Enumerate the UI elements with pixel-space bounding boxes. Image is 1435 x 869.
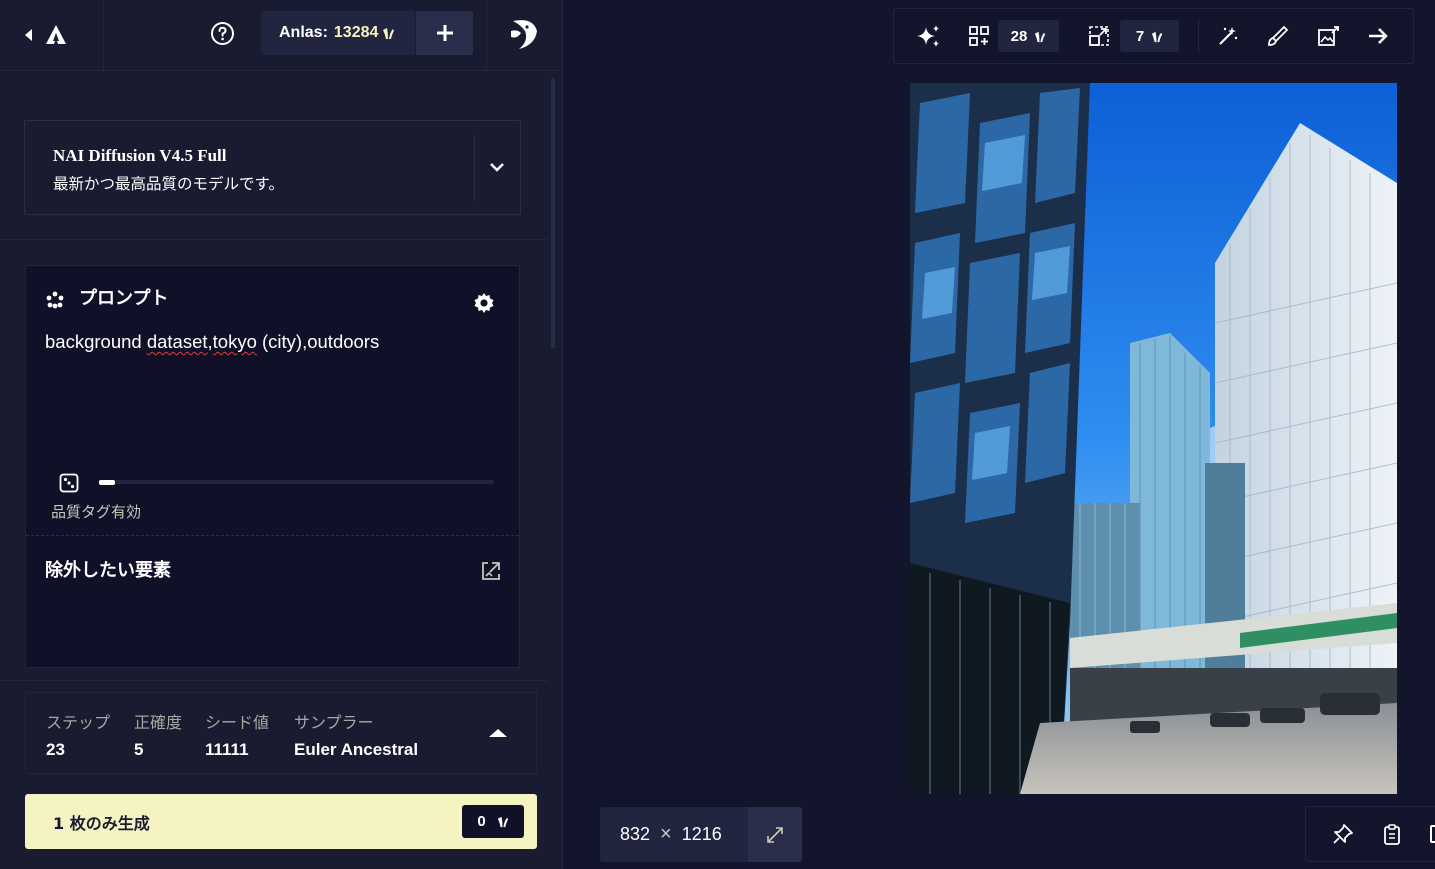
prompt-text-misspelled: dataset: [146, 331, 208, 352]
user-avatar-icon[interactable]: [505, 17, 541, 51]
guidance-label: 正確度: [134, 713, 183, 732]
image-height: 1216: [681, 824, 722, 844]
prompt-panel: プロンプト background dataset,tokyo (city),ou…: [25, 265, 520, 668]
plus-icon: [436, 25, 453, 41]
generate-cost-badge: 0: [462, 805, 524, 838]
generate-button[interactable]: 1 枚のみ生成 0: [25, 794, 537, 849]
sampler-setting: サンプラー Euler Ancestral: [294, 709, 418, 760]
dimension-separator: ×: [660, 823, 672, 845]
chevron-down-icon[interactable]: [489, 161, 505, 173]
upscale-icon[interactable]: [1086, 23, 1112, 49]
magic-wand-icon[interactable]: [1215, 23, 1241, 49]
guidance-value: 5: [134, 740, 144, 759]
anlas-value: 13284: [333, 24, 379, 41]
gear-icon[interactable]: [473, 292, 495, 314]
sparkle-icon: [45, 290, 65, 310]
guidance-setting: 正確度 5: [134, 709, 182, 760]
generate-label: 1 枚のみ生成: [53, 814, 150, 833]
edit-image-icon[interactable]: [1315, 23, 1341, 49]
prompt-text-misspelled: tokyo: [212, 331, 257, 352]
model-selector[interactable]: NAI Diffusion V4.5 Full 最新かつ最高品質のモデルです。: [24, 120, 521, 215]
seed-label: シード値: [205, 713, 270, 732]
model-description: 最新かつ最高品質のモデルです。: [53, 175, 284, 193]
anlas-balance: Anlas: 13284: [261, 11, 415, 55]
image-toolbar: 28 7: [893, 8, 1414, 64]
anlas-icon: [381, 26, 395, 40]
anlas-label: Anlas:: [279, 24, 328, 41]
sidebar-scrollbar[interactable]: [551, 78, 555, 348]
chevron-up-icon[interactable]: [488, 727, 508, 739]
variations-cost-value: 28: [1010, 27, 1028, 45]
pin-icon[interactable]: [1332, 823, 1354, 845]
buy-anlas-button[interactable]: [416, 11, 473, 55]
quality-tags-label: 品質タグ有効: [51, 503, 142, 521]
more-icon[interactable]: [1430, 825, 1435, 843]
image-width: 832: [620, 824, 651, 844]
paint-brush-icon[interactable]: [1265, 23, 1291, 49]
sampler-value: Euler Ancestral: [294, 740, 419, 759]
top-bar: Anlas: 13284: [0, 0, 563, 71]
generation-settings[interactable]: ステップ 23 正確度 5 シード値 11111 サンプラー Euler Anc…: [25, 692, 537, 774]
variations-cost[interactable]: 28: [998, 20, 1059, 52]
generate-cost-value: 0: [477, 813, 486, 830]
seed-value: 11111: [205, 740, 249, 759]
quality-slider-fill: [99, 479, 115, 485]
prompt-text-part: background: [45, 331, 147, 352]
anlas-icon: [1152, 31, 1163, 42]
sampler-label: サンプラー: [294, 713, 374, 732]
seed-setting: シード値 11111: [205, 709, 269, 760]
steps-setting: ステップ 23: [46, 709, 110, 760]
steps-value: 23: [46, 740, 65, 759]
help-icon[interactable]: [210, 21, 235, 46]
generated-image[interactable]: [910, 83, 1397, 794]
prompt-title: プロンプト: [79, 288, 169, 309]
enhance-sparkle-icon[interactable]: [916, 23, 942, 49]
anlas-icon: [1035, 31, 1046, 42]
collapse-sidebar-icon[interactable]: [22, 24, 70, 46]
dice-icon[interactable]: [59, 473, 79, 493]
expand-icon: [767, 826, 783, 843]
prompt-text-part: (city),outdoors: [256, 331, 380, 352]
negative-prompt-input[interactable]: [26, 576, 519, 668]
anlas-icon: [497, 816, 508, 828]
variations-icon[interactable]: [966, 23, 992, 49]
quality-slider[interactable]: [99, 479, 494, 485]
expand-button[interactable]: [748, 807, 802, 862]
arrow-right-icon[interactable]: [1365, 23, 1391, 49]
image-actions: [1305, 806, 1435, 862]
clipboard-icon[interactable]: [1382, 823, 1402, 845]
upscale-cost[interactable]: 7: [1120, 20, 1179, 52]
upscale-cost-value: 7: [1135, 27, 1145, 45]
left-panel: Anlas: 13284 NAI Diffusion V4.5 Full 最新か…: [0, 0, 563, 869]
prompt-input[interactable]: background dataset,tokyo (city),outdoors: [45, 331, 379, 353]
image-dimensions: 832 × 1216: [600, 807, 748, 862]
model-name: NAI Diffusion V4.5 Full: [53, 146, 227, 165]
steps-label: ステップ: [46, 713, 111, 732]
